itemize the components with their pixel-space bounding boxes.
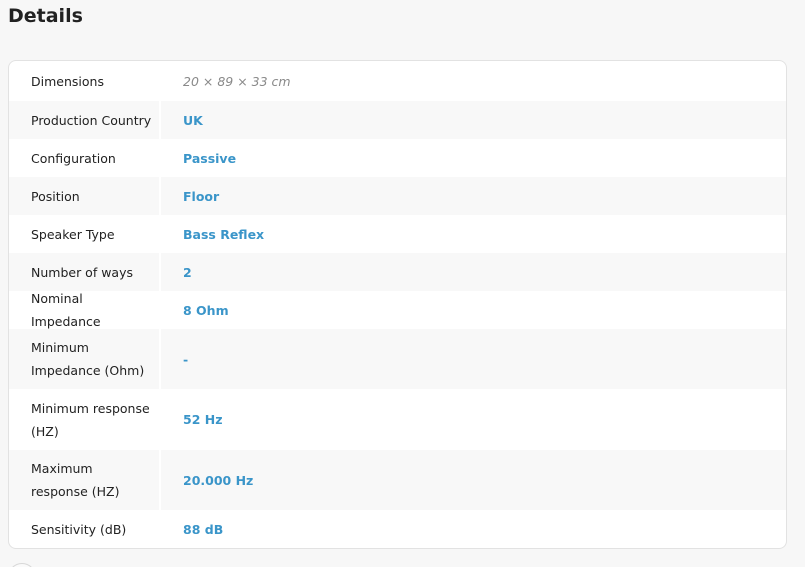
- spec-value-link[interactable]: -: [161, 348, 786, 371]
- details-table: Dimensions 20 × 89 × 33 cm Production Co…: [8, 60, 787, 549]
- spec-label: Sensitivity (dB): [9, 510, 161, 548]
- spec-row-dimensions: Dimensions 20 × 89 × 33 cm: [9, 61, 786, 101]
- spec-row-nominal-impedance: Nominal Impedance 8 Ohm: [9, 291, 786, 329]
- spec-value-link[interactable]: 20.000 Hz: [161, 469, 786, 492]
- details-page: Details Dimensions 20 × 89 × 33 cm Produ…: [0, 0, 805, 567]
- spec-label: Nominal Impedance: [9, 291, 161, 329]
- spec-label: Speaker Type: [9, 215, 161, 253]
- spec-row-speaker-type: Speaker Type Bass Reflex: [9, 215, 786, 253]
- spec-row-number-of-ways: Number of ways 2: [9, 253, 786, 291]
- spec-row-production-country: Production Country UK: [9, 101, 786, 139]
- spec-value-link[interactable]: Passive: [161, 147, 786, 170]
- spec-label: Number of ways: [9, 253, 161, 291]
- spec-value: 20 × 89 × 33 cm: [183, 73, 291, 89]
- spec-value-link[interactable]: UK: [161, 109, 786, 132]
- spec-label: Configuration: [9, 139, 161, 177]
- spec-label: Dimensions: [9, 61, 161, 101]
- spec-row-sensitivity: Sensitivity (dB) 88 dB: [9, 510, 786, 548]
- spec-row-minimum-impedance: Minimum Impedance (Ohm) -: [9, 329, 786, 389]
- spec-label: Minimum Impedance (Ohm): [9, 329, 161, 389]
- spec-value-link[interactable]: 8 Ohm: [161, 299, 786, 322]
- avatar: [8, 563, 36, 567]
- spec-label: Maximum response (HZ): [9, 450, 161, 510]
- spec-row-configuration: Configuration Passive: [9, 139, 786, 177]
- spec-row-minimum-response: Minimum response (HZ) 52 Hz: [9, 389, 786, 450]
- spec-value-link[interactable]: 52 Hz: [161, 408, 786, 431]
- spec-value-link[interactable]: Bass Reflex: [161, 223, 786, 246]
- spec-value-link[interactable]: 88 dB: [161, 518, 786, 541]
- spec-value-link[interactable]: 2: [161, 261, 786, 284]
- section-title: Details: [8, 5, 83, 27]
- spec-label: Minimum response (HZ): [9, 389, 161, 450]
- spec-label: Position: [9, 177, 161, 215]
- spec-row-position: Position Floor: [9, 177, 786, 215]
- spec-row-maximum-response: Maximum response (HZ) 20.000 Hz: [9, 450, 786, 510]
- spec-label: Production Country: [9, 101, 161, 139]
- spec-value-link[interactable]: Floor: [161, 185, 786, 208]
